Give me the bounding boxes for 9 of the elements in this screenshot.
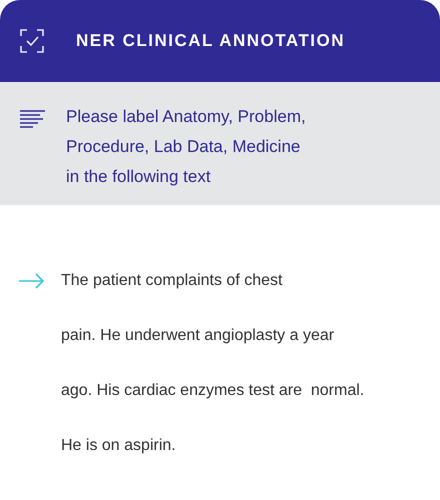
arrow-right-icon [19,273,45,289]
passage-line: ago. His cardiac enzymes test are normal. [61,382,364,399]
passage-line: The patient complaints of chest [61,272,282,289]
passage-line: pain. He underwent angioplasty a year [61,327,334,344]
instruction-text: Please label Anatomy, Problem, Procedure, Lab Data, Medicine in the following text [66,106,306,188]
text-align-icon [20,110,45,129]
header-title: NER CLINICAL ANNOTATION [76,30,346,52]
scan-check-icon [20,29,44,53]
passage-line: He is on aspirin. [61,437,176,454]
